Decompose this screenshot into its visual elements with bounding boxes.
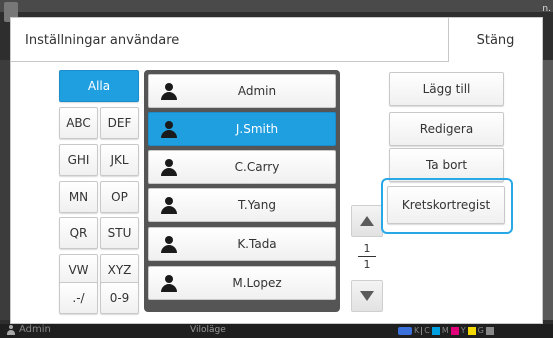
user-list: Admin J.Smith C.Carry T.Yang K.Tada M.Lo… (144, 70, 340, 312)
filter-all-button[interactable]: Alla (59, 70, 139, 102)
filter-digits-button[interactable]: 0-9 (100, 282, 139, 314)
filter-def-button[interactable]: DEF (100, 107, 139, 139)
ink-wrench-icon (398, 326, 412, 335)
triangle-down-icon (360, 291, 374, 301)
user-row-mlopez[interactable]: M.Lopez (148, 266, 336, 300)
dialog-titlebar: Inställningar användare Stäng (11, 18, 542, 62)
user-name: C.Carry (234, 160, 280, 174)
close-button[interactable]: Stäng (448, 18, 542, 62)
scroll-down-button[interactable] (351, 280, 383, 312)
person-icon (161, 121, 177, 138)
scroll-up-button[interactable] (351, 205, 383, 237)
page-divider (358, 256, 376, 257)
card-register-button[interactable]: Kretskortregist (387, 186, 505, 224)
filter-qr-button[interactable]: QR (59, 217, 98, 249)
person-icon (161, 275, 177, 292)
add-user-button[interactable]: Lägg till (389, 72, 504, 106)
ink-label-c: C (424, 326, 430, 335)
user-row-ccarry[interactable]: C.Carry (148, 150, 336, 184)
user-row-ktada[interactable]: K.Tada (148, 227, 336, 261)
ink-magenta-swatch (450, 326, 459, 335)
person-icon (161, 197, 177, 214)
background-left-panel (0, 60, 10, 320)
user-row-tyang[interactable]: T.Yang (148, 188, 336, 222)
filter-stu-button[interactable]: STU (100, 217, 139, 249)
ink-label-g: G (477, 326, 484, 335)
user-settings-dialog: Inställningar användare Stäng Alla ABC D… (10, 17, 543, 324)
user-name: Admin (237, 84, 277, 98)
filter-symbols-button[interactable]: .-/ (59, 282, 98, 314)
user-row-jsmith[interactable]: J.Smith (148, 112, 336, 146)
ink-cyan-swatch (431, 326, 440, 335)
person-icon (161, 236, 177, 253)
ink-label-k: K (414, 326, 420, 335)
person-icon (161, 83, 177, 100)
ink-label-y: Y (460, 326, 466, 335)
user-name: K.Tada (237, 237, 277, 251)
filter-ghi-button[interactable]: GHI (59, 144, 98, 176)
ink-levels: K C M Y G (398, 326, 494, 335)
person-icon (161, 159, 177, 176)
background-header (0, 0, 553, 12)
ink-divider (421, 326, 423, 335)
filter-op-button[interactable]: OP (100, 181, 139, 213)
page-current: 1 (363, 242, 371, 255)
page-total: 1 (363, 258, 371, 271)
status-user[interactable]: Admin (6, 324, 51, 335)
user-row-admin[interactable]: Admin (148, 74, 336, 108)
edit-user-button[interactable]: Redigera (389, 112, 504, 146)
filter-jkl-button[interactable]: JKL (100, 144, 139, 176)
dialog-title: Inställningar användare (25, 33, 180, 48)
page-indicator: 1 1 (351, 242, 383, 271)
ink-label-m: M (441, 326, 449, 335)
triangle-up-icon (360, 216, 374, 226)
background-text: n. (542, 4, 551, 14)
user-name: J.Smith (235, 122, 279, 136)
user-name: M.Lopez (232, 276, 282, 290)
status-mode: Viloläge (190, 325, 226, 335)
ink-gray-swatch (485, 326, 494, 335)
status-bar: Admin Viloläge K C M Y G (0, 324, 553, 338)
delete-user-button[interactable]: Ta bort (389, 148, 504, 182)
filter-abc-button[interactable]: ABC (59, 107, 98, 139)
person-icon (6, 324, 16, 335)
ink-yellow-swatch (467, 326, 476, 335)
user-name: T.Yang (238, 198, 276, 212)
filter-mn-button[interactable]: MN (59, 181, 98, 213)
status-user-name: Admin (19, 324, 51, 335)
